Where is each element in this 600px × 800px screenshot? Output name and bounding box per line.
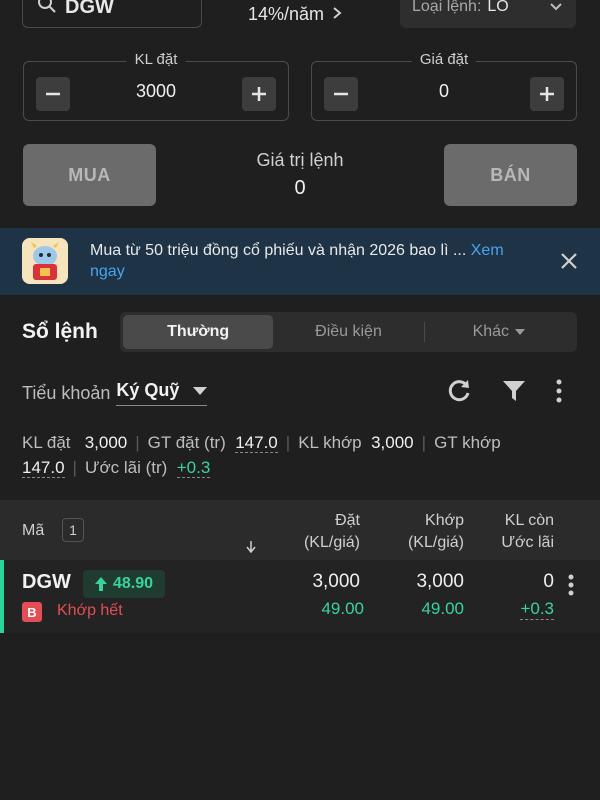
plus-icon: [540, 87, 554, 101]
col-remaining-title: KL còn: [504, 512, 554, 529]
remaining-quantity: 0: [543, 571, 554, 592]
order-price: 49.00: [321, 599, 364, 618]
gt-khop-value: 147.0: [22, 458, 65, 478]
tab-conditional-label: Điều kiện: [315, 323, 382, 340]
refresh-icon[interactable]: [446, 378, 472, 409]
kl-khop-value: 3,000: [371, 433, 414, 452]
chevron-right-icon: [332, 4, 342, 25]
order-value: 0: [294, 177, 306, 199]
order-quantity: 3,000: [312, 571, 360, 592]
order-status: Khớp hết: [57, 602, 123, 619]
col-remaining-sub: Ước lãi: [501, 534, 554, 551]
order-count-badge: 1: [62, 518, 84, 542]
order-type-value: LO: [487, 0, 509, 15]
chevron-down-icon: [550, 0, 562, 16]
order-value-block: Giá trị lệnh 0: [200, 150, 400, 200]
order-type-label: Loại lệnh:: [412, 0, 482, 15]
interest-rate-value: 14%/năm: [248, 4, 325, 24]
subaccount-label: Tiểu khoản: [22, 382, 111, 403]
promo-text: Mua từ 50 triệu đồng cổ phiếu và nhận 20…: [90, 240, 530, 282]
minus-icon: [46, 92, 60, 96]
orders-table-header: Mã 1 Đặt (KL/giá) Khớp (KL/giá) KL còn Ư…: [0, 500, 600, 560]
quantity-input[interactable]: 3000: [74, 81, 238, 102]
quantity-stepper: KL đặt 3000: [23, 51, 289, 121]
tab-normal-label: Thường: [167, 323, 230, 340]
arrow-up-icon: [95, 577, 107, 591]
quantity-increase-button[interactable]: [242, 77, 276, 111]
subaccount-select[interactable]: Ký Quỹ: [116, 380, 208, 406]
caret-down-icon: [193, 386, 208, 395]
kl-dat-label: KL đặt: [22, 433, 71, 452]
col-order-header[interactable]: Đặt (KL/giá): [304, 510, 360, 554]
order-summary: KL đặt 3,000 | GT đặt (tr) 147.0 | KL khớp 3…: [22, 433, 501, 478]
price-decrease-button[interactable]: [324, 77, 358, 111]
close-icon: [561, 253, 577, 269]
col-order-sub: (KL/giá): [303, 534, 360, 551]
order-type-select[interactable]: Loại lệnh: LO: [400, 0, 576, 28]
symbol-value: DGW: [65, 0, 114, 18]
col-match-header[interactable]: Khớp (KL/giá): [408, 510, 464, 554]
col-match-sub: (KL/giá): [407, 534, 464, 551]
price-change-value: 48.90: [113, 575, 154, 592]
close-banner-button[interactable]: [558, 250, 580, 272]
quantity-label: KL đặt: [126, 51, 186, 68]
order-tools: [446, 378, 562, 409]
price-input[interactable]: 0: [362, 81, 526, 102]
tab-other-label: Khác: [472, 323, 510, 340]
order-value-label: Giá trị lệnh: [256, 150, 344, 170]
caret-down-icon: [515, 329, 526, 335]
more-vertical-icon[interactable]: [556, 379, 562, 408]
buy-side-badge: B: [22, 602, 42, 622]
interest-rate-link[interactable]: 14%/năm: [248, 4, 342, 25]
uoc-lai-value: +0.3: [176, 458, 211, 478]
col-order-title: Đặt: [335, 512, 360, 529]
matched-price: 49.00: [421, 599, 464, 618]
col-remaining-header[interactable]: KL còn Ước lãi: [501, 510, 554, 554]
gt-khop-label: GT khớp: [434, 433, 501, 452]
uoc-lai-label: Ước lãi (tr): [84, 458, 168, 477]
col-symbol-header: Mã: [22, 522, 45, 539]
symbol-search-input[interactable]: DGW: [22, 0, 202, 28]
plus-icon: [252, 87, 266, 101]
search-icon: [37, 0, 57, 20]
tab-conditional[interactable]: Điều kiện: [273, 315, 423, 349]
row-symbol: DGW: [22, 571, 71, 593]
minus-icon: [334, 92, 348, 96]
quantity-decrease-button[interactable]: [36, 77, 70, 111]
tab-other[interactable]: Khác: [423, 315, 574, 349]
gt-dat-value: 147.0: [235, 433, 278, 453]
order-tabs: Thường Điều kiện Khác: [120, 312, 577, 352]
promo-banner[interactable]: Mua từ 50 triệu đồng cổ phiếu và nhận 20…: [0, 228, 600, 295]
gt-dat-label: GT đặt (tr): [147, 433, 226, 452]
price-label: Giá đặt: [411, 51, 477, 68]
price-increase-button[interactable]: [530, 77, 564, 111]
promo-message: Mua từ 50 triệu đồng cổ phiếu và nhận 20…: [90, 242, 471, 259]
price-change-badge: 48.90: [83, 570, 166, 598]
subaccount-row: Tiểu khoản Ký Quỹ: [22, 380, 208, 406]
tab-normal[interactable]: Thường: [123, 315, 274, 349]
price-stepper: Giá đặt 0: [311, 51, 577, 121]
table-row[interactable]: DGW 48.90 B Khớp hết 3,000 49.00 3,000 4…: [0, 560, 600, 633]
filter-icon[interactable]: [502, 379, 526, 408]
col-match-title: Khớp: [425, 512, 464, 529]
sell-button[interactable]: BÁN: [444, 144, 577, 206]
kl-khop-label: KL khớp: [298, 433, 362, 452]
subaccount-value: Ký Quỹ: [116, 380, 180, 400]
matched-quantity: 3,000: [416, 571, 464, 592]
sort-down-icon[interactable]: [246, 540, 256, 556]
row-more-icon[interactable]: [568, 574, 574, 601]
order-book-title: Sổ lệnh: [22, 320, 98, 343]
promo-mascot-image: [22, 238, 68, 284]
kl-dat-value: 3,000: [84, 433, 128, 452]
buy-button[interactable]: MUA: [23, 144, 156, 206]
row-indicator: [0, 560, 4, 633]
estimated-profit: +0.3: [520, 599, 554, 620]
